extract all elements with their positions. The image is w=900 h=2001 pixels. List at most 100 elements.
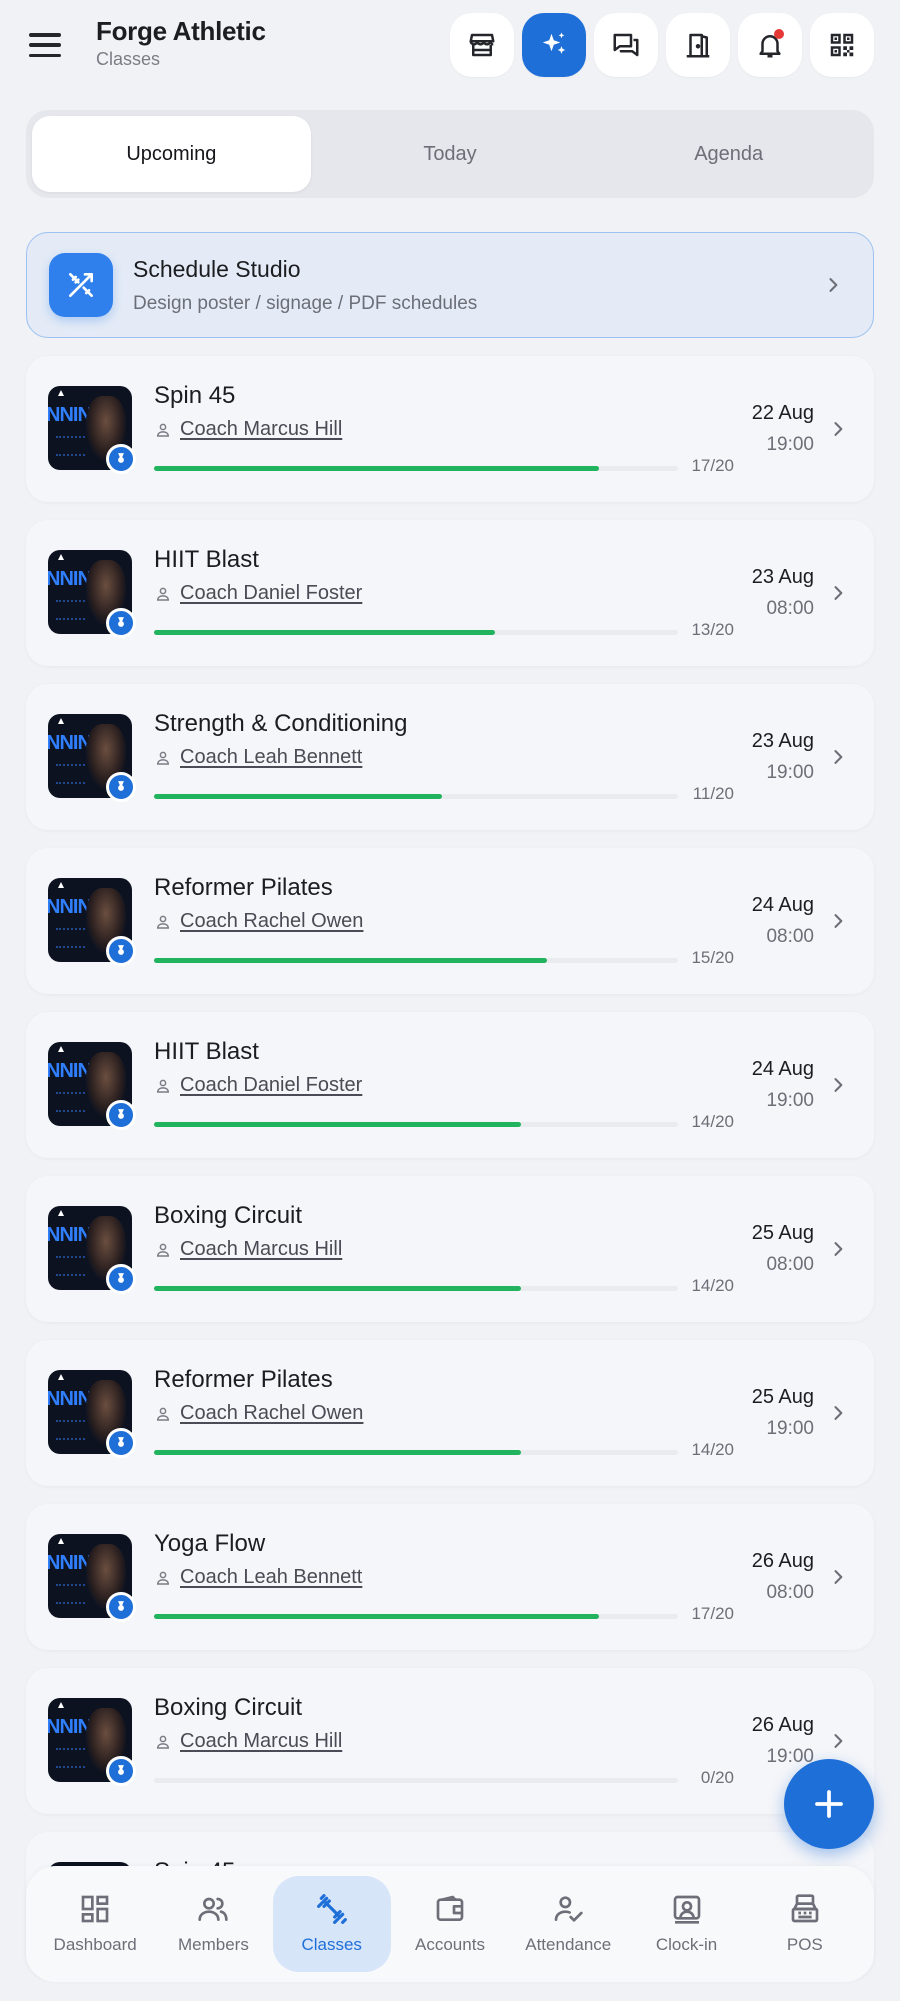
class-time: 19:00 (766, 1418, 814, 1439)
capacity-bar-fill (154, 958, 547, 963)
nav-pos[interactable]: POS (746, 1876, 864, 1972)
class-time: 08:00 (766, 1254, 814, 1275)
coach-name[interactable]: Coach Leah Bennett (180, 1566, 362, 1589)
class-name: Boxing Circuit (154, 1694, 303, 1721)
coach-name[interactable]: Coach Rachel Owen (180, 910, 363, 933)
class-card[interactable]: NNING Boxing Circuit Coach Marcus Hill 0… (26, 1668, 874, 1814)
class-card[interactable]: NNING Spin 45 Coach Marcus Hill 17/20 22… (26, 356, 874, 502)
class-card[interactable]: NNING Boxing Circuit Coach Marcus Hill 1… (26, 1176, 874, 1322)
dashboard-icon (81, 1895, 109, 1923)
coach-name[interactable]: Coach Daniel Foster (180, 1074, 362, 1097)
person-icon (156, 1243, 170, 1257)
chat-icon[interactable] (594, 13, 658, 77)
coach[interactable]: Coach Rachel Owen (154, 1402, 363, 1425)
nav-accounts[interactable]: Accounts (391, 1876, 509, 1972)
class-type-badge (106, 936, 136, 966)
capacity-bar (154, 958, 678, 963)
capacity-bar-fill (154, 466, 600, 471)
design-tools-icon (49, 253, 113, 317)
store-icon[interactable] (450, 13, 514, 77)
class-card[interactable]: NNING Yoga Flow Coach Leah Bennett 17/20… (26, 1504, 874, 1650)
capacity-label: 13/20 (691, 620, 734, 639)
capacity-bar-fill (154, 1286, 521, 1291)
class-time: 08:00 (766, 598, 814, 619)
coach[interactable]: Coach Daniel Foster (154, 582, 362, 605)
coach[interactable]: Coach Leah Bennett (154, 1566, 362, 1589)
capacity-bar (154, 1286, 678, 1291)
tab-upcoming[interactable]: Upcoming (32, 116, 311, 192)
capacity-label: 17/20 (691, 1604, 734, 1623)
add-class-button[interactable] (784, 1759, 874, 1849)
coach[interactable]: Coach Marcus Hill (154, 418, 342, 441)
view-tabs: Upcoming Today Agenda (26, 110, 874, 198)
nav-label: POS (786, 1935, 823, 1954)
bell-icon[interactable] (738, 13, 802, 77)
chevron-right-icon (834, 1078, 843, 1092)
class-card[interactable]: NNING HIIT Blast Coach Daniel Foster 13/… (26, 520, 874, 666)
menu-icon[interactable] (26, 28, 64, 62)
person-icon (156, 423, 170, 437)
person-icon (156, 1571, 170, 1585)
capacity-bar (154, 1614, 678, 1619)
nav-label: Accounts (415, 1935, 485, 1954)
tab-today[interactable]: Today (311, 116, 590, 192)
pos-icon (791, 1894, 819, 1923)
class-name: Yoga Flow (154, 1530, 266, 1557)
capacity-bar (154, 1122, 678, 1127)
app-title: Forge Athletic (96, 16, 266, 46)
class-card[interactable]: NNING Reformer Pilates Coach Rachel Owen… (26, 1340, 874, 1486)
door-icon[interactable] (666, 13, 730, 77)
badge-icon (118, 1273, 124, 1283)
class-time: 08:00 (766, 926, 814, 947)
nav-classes[interactable]: Classes (272, 1876, 391, 1972)
class-date: 24 Aug (751, 894, 814, 916)
schedule-studio-card[interactable]: Schedule Studio Design poster / signage … (26, 232, 874, 338)
nav-clock-in[interactable]: Clock-in (627, 1876, 745, 1972)
coach[interactable]: Coach Leah Bennett (154, 746, 362, 769)
sparkle-icon[interactable] (522, 13, 586, 77)
coach[interactable]: Coach Marcus Hill (154, 1238, 342, 1261)
person-icon (156, 915, 170, 929)
qr-icon[interactable] (810, 13, 874, 77)
class-type-badge (106, 1264, 136, 1294)
coach-name[interactable]: Coach Marcus Hill (180, 1238, 342, 1261)
coach-name[interactable]: Coach Marcus Hill (180, 418, 342, 441)
class-card[interactable]: NNING Strength & Conditioning Coach Leah… (26, 684, 874, 830)
capacity-bar (154, 1778, 678, 1783)
studio-title: Schedule Studio (133, 255, 301, 282)
nav-members[interactable]: Members (154, 1876, 272, 1972)
badge-icon (118, 1109, 124, 1119)
coach-name[interactable]: Coach Marcus Hill (180, 1730, 342, 1753)
class-card[interactable]: NNING HIIT Blast Coach Daniel Foster 14/… (26, 1012, 874, 1158)
attendance-icon (554, 1896, 583, 1922)
capacity-label: 17/20 (691, 456, 734, 475)
coach-name[interactable]: Coach Leah Bennett (180, 746, 362, 769)
capacity-bar (154, 794, 678, 799)
class-name: Boxing Circuit (154, 1202, 303, 1229)
members-icon (198, 1897, 229, 1921)
chevron-right-icon (834, 1406, 843, 1420)
chevron-right-icon (829, 278, 838, 292)
tab-agenda[interactable]: Agenda (589, 116, 868, 192)
app-header: Forge Athletic Classes (0, 0, 900, 96)
class-card[interactable]: NNING Reformer Pilates Coach Rachel Owen… (26, 848, 874, 994)
coach-name[interactable]: Coach Daniel Foster (180, 582, 362, 605)
notification-dot (774, 29, 784, 39)
badge-icon (118, 1765, 124, 1775)
class-time: 19:00 (766, 762, 814, 783)
badge-icon (118, 1437, 124, 1447)
badge-icon (118, 781, 124, 791)
coach-name[interactable]: Coach Rachel Owen (180, 1402, 363, 1425)
nav-dashboard[interactable]: Dashboard (36, 1876, 154, 1972)
person-icon (156, 751, 170, 765)
class-date: 26 Aug (751, 1714, 814, 1736)
capacity-bar (154, 466, 678, 471)
badge-icon (118, 1601, 124, 1611)
capacity-label: 15/20 (691, 948, 734, 967)
coach[interactable]: Coach Daniel Foster (154, 1074, 362, 1097)
nav-attendance[interactable]: Attendance (509, 1876, 627, 1972)
badge-icon (118, 617, 124, 627)
capacity-label: 14/20 (691, 1276, 734, 1295)
coach[interactable]: Coach Rachel Owen (154, 910, 363, 933)
coach[interactable]: Coach Marcus Hill (154, 1730, 342, 1753)
